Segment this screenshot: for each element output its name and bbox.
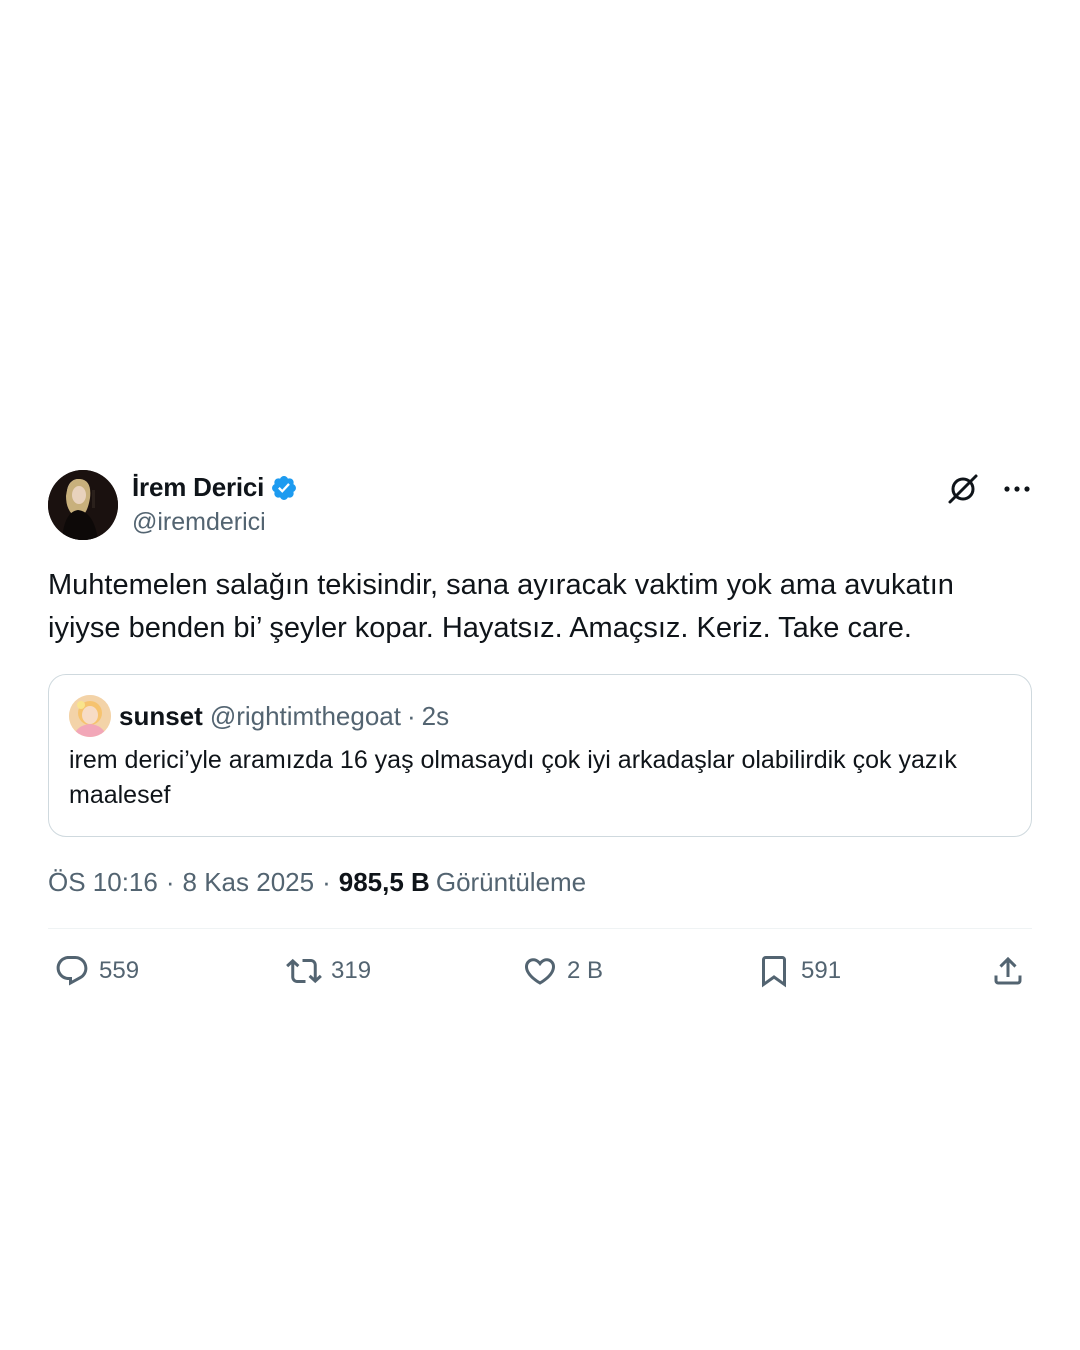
grok-icon[interactable] bbox=[946, 472, 980, 506]
bookmark-icon bbox=[762, 956, 786, 988]
reply-count: 559 bbox=[99, 957, 140, 984]
meta-separator: · bbox=[165, 867, 175, 897]
quoted-tweet-header: sunset @rightimthegoat · 2s bbox=[69, 695, 1011, 737]
quoted-timestamp[interactable]: 2s bbox=[422, 701, 449, 732]
more-options-icon[interactable] bbox=[1002, 474, 1032, 504]
quoted-author-handle[interactable]: @rightimthegoat bbox=[210, 701, 401, 732]
views-label[interactable]: Görüntüleme bbox=[436, 867, 586, 898]
bookmark-count: 591 bbox=[801, 957, 842, 984]
like-count: 2 B bbox=[567, 957, 604, 984]
tweet-text: Muhtemelen salağın tekisindir, sana ayır… bbox=[48, 569, 962, 644]
reply-icon bbox=[56, 956, 88, 986]
quoted-author-avatar[interactable] bbox=[69, 695, 111, 737]
author-handle[interactable]: @iremderici bbox=[132, 508, 266, 537]
meta-separator-2: · bbox=[322, 867, 331, 897]
quoted-tweet[interactable]: sunset @rightimthegoat · 2s irem derici’… bbox=[48, 674, 1032, 837]
tweet-date[interactable]: 8 Kas 2025 bbox=[183, 867, 315, 898]
share-icon bbox=[994, 956, 1022, 985]
retweet-count: 319 bbox=[331, 957, 372, 984]
tweet-meta: ÖS 10:16 · 8 Kas 2025 · 985,5 B Görüntül… bbox=[48, 867, 1032, 898]
quoted-author-name[interactable]: sunset bbox=[119, 701, 203, 732]
author-name[interactable]: İrem Derici bbox=[132, 472, 264, 503]
reply-button[interactable]: 559 bbox=[54, 953, 139, 989]
quoted-separator: · bbox=[406, 700, 416, 731]
author-avatar[interactable] bbox=[48, 470, 118, 540]
retweet-icon bbox=[286, 958, 322, 984]
bookmark-button[interactable]: 591 bbox=[756, 953, 841, 989]
heart-icon bbox=[524, 958, 556, 985]
top-actions bbox=[946, 472, 1032, 506]
retweet-button[interactable]: 319 bbox=[286, 953, 371, 989]
views-count[interactable]: 985,5 B bbox=[339, 867, 430, 898]
tweet: İrem Derici @iremderici Muhtemelen salağ… bbox=[48, 468, 1032, 1013]
quoted-avatar-image bbox=[69, 695, 111, 737]
tweet-time[interactable]: ÖS 10:16 bbox=[48, 867, 158, 898]
author-name-row: İrem Derici bbox=[132, 472, 298, 503]
share-button[interactable] bbox=[990, 953, 1026, 989]
action-bar: 559 319 2 B 591 bbox=[48, 929, 1032, 1013]
verified-badge-icon bbox=[272, 475, 297, 500]
like-button[interactable]: 2 B bbox=[522, 953, 603, 989]
quoted-tweet-text: irem derici’yle aramızda 16 yaş olmasayd… bbox=[69, 746, 964, 809]
avatar-image bbox=[48, 470, 118, 540]
tweet-header: İrem Derici @iremderici bbox=[48, 468, 1032, 540]
